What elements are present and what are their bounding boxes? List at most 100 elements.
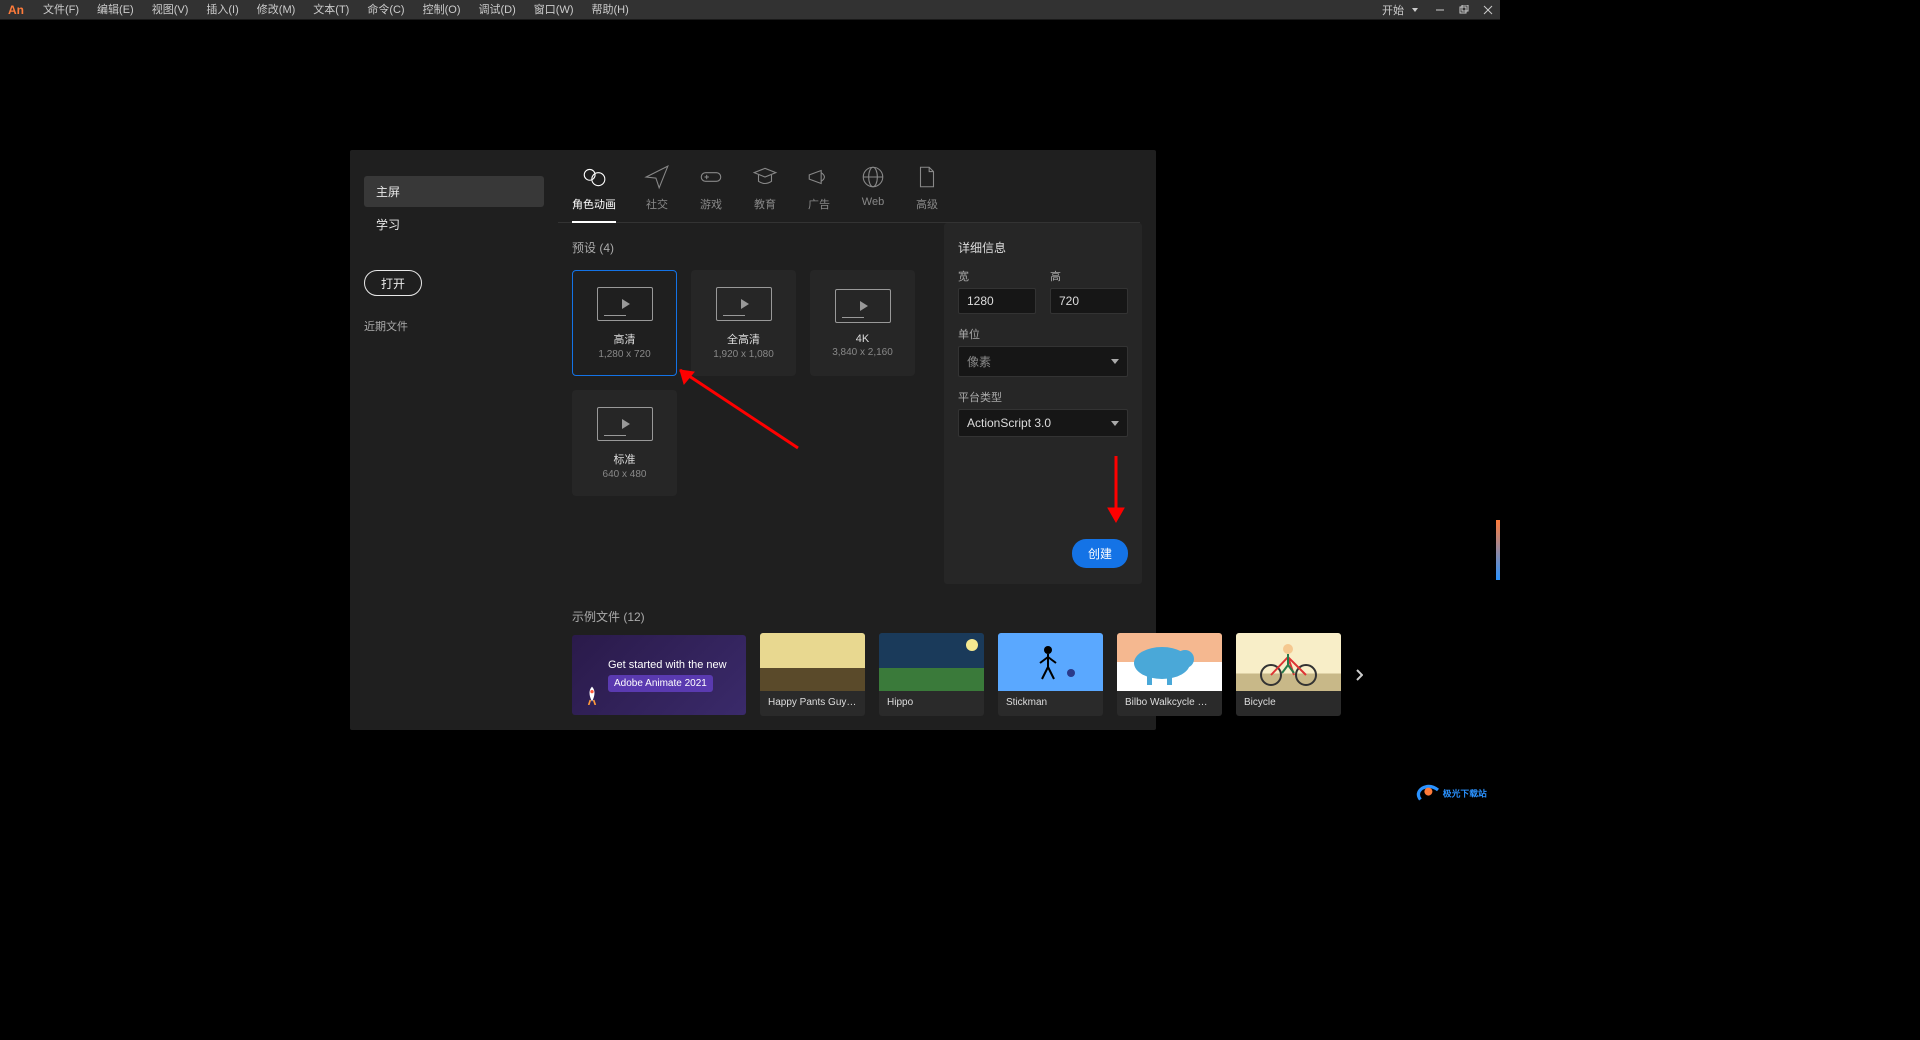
minimize-button[interactable] bbox=[1428, 0, 1452, 20]
character-icon bbox=[581, 164, 607, 190]
stage-area: 主屏 学习 打开 近期文件 角色动画 社交 游戏 bbox=[0, 20, 1500, 812]
sample-name: Bilbo Walkcycle Side bbox=[1117, 691, 1222, 716]
width-label: 宽 bbox=[958, 268, 1036, 284]
hero-line2: Adobe Animate 2021 bbox=[608, 675, 713, 692]
units-value: 像素 bbox=[967, 353, 991, 370]
details-title: 详细信息 bbox=[958, 239, 1128, 256]
tab-advanced[interactable]: 高级 bbox=[914, 164, 940, 222]
recent-files-label: 近期文件 bbox=[364, 318, 544, 334]
units-label: 单位 bbox=[958, 326, 1128, 342]
sample-thumb bbox=[1117, 633, 1222, 691]
close-button[interactable] bbox=[1476, 0, 1500, 20]
preset-dims: 3,840 x 2,160 bbox=[832, 347, 893, 358]
menu-view[interactable]: 视图(V) bbox=[143, 0, 198, 20]
height-input[interactable] bbox=[1050, 288, 1128, 314]
platform-value: ActionScript 3.0 bbox=[967, 416, 1051, 430]
sample-name: Stickman bbox=[998, 691, 1103, 716]
menubar: An 文件(F) 编辑(E) 视图(V) 插入(I) 修改(M) 文本(T) 命… bbox=[0, 0, 1500, 20]
menu-text[interactable]: 文本(T) bbox=[304, 0, 358, 20]
width-input[interactable] bbox=[958, 288, 1036, 314]
tab-label: 角色动画 bbox=[572, 196, 616, 212]
document-icon bbox=[914, 164, 940, 190]
samples-title: 示例文件 (12) bbox=[558, 598, 1156, 633]
platform-label: 平台类型 bbox=[958, 389, 1128, 405]
sample-item[interactable]: Hippo bbox=[879, 633, 984, 716]
sample-hero[interactable]: Get started with the new Adobe Animate 2… bbox=[572, 635, 746, 715]
sample-thumb bbox=[998, 633, 1103, 691]
sample-thumb bbox=[1236, 633, 1341, 691]
chevron-down-icon bbox=[1111, 421, 1119, 426]
menu-insert[interactable]: 插入(I) bbox=[197, 0, 247, 20]
hero-line1: Get started with the new bbox=[608, 657, 727, 674]
presets-title: 预设 (4) bbox=[572, 239, 934, 256]
svg-text:极光下载站: 极光下载站 bbox=[1443, 787, 1487, 798]
rocket-icon bbox=[582, 685, 602, 705]
maximize-button[interactable] bbox=[1452, 0, 1476, 20]
menu-file[interactable]: 文件(F) bbox=[34, 0, 88, 20]
preset-dims: 640 x 480 bbox=[603, 469, 647, 480]
nav-learn[interactable]: 学习 bbox=[364, 209, 544, 240]
samples-row: Get started with the new Adobe Animate 2… bbox=[558, 633, 1156, 730]
tab-label: 教育 bbox=[754, 196, 776, 212]
sample-item[interactable]: Stickman bbox=[998, 633, 1103, 716]
menu-commands[interactable]: 命令(C) bbox=[358, 0, 413, 20]
open-button[interactable]: 打开 bbox=[364, 270, 422, 296]
platform-select[interactable]: ActionScript 3.0 bbox=[958, 409, 1128, 437]
tab-label: 高级 bbox=[916, 196, 938, 212]
create-button[interactable]: 创建 bbox=[1072, 539, 1128, 568]
preset-name: 4K bbox=[856, 333, 869, 345]
sample-item[interactable]: Bilbo Walkcycle Side bbox=[1117, 633, 1222, 716]
preset-hd[interactable]: 高清 1,280 x 720 bbox=[572, 270, 677, 376]
tab-label: 社交 bbox=[646, 196, 668, 212]
tab-social[interactable]: 社交 bbox=[644, 164, 670, 222]
menu-control[interactable]: 控制(O) bbox=[414, 0, 470, 20]
graduation-icon bbox=[752, 164, 778, 190]
tab-web[interactable]: Web bbox=[860, 164, 886, 222]
tab-label: 游戏 bbox=[700, 196, 722, 212]
app-logo: An bbox=[0, 3, 34, 17]
sample-name: Hippo bbox=[879, 691, 984, 716]
dialog-sidebar: 主屏 学习 打开 近期文件 bbox=[350, 150, 558, 730]
tab-education[interactable]: 教育 bbox=[752, 164, 778, 222]
nav-home[interactable]: 主屏 bbox=[364, 176, 544, 207]
preset-thumb-icon bbox=[835, 289, 891, 323]
preset-name: 全高清 bbox=[727, 331, 760, 347]
sample-name: Bicycle bbox=[1236, 691, 1341, 716]
height-label: 高 bbox=[1050, 268, 1128, 284]
menu-help[interactable]: 帮助(H) bbox=[583, 0, 638, 20]
menu-debug[interactable]: 调试(D) bbox=[470, 0, 525, 20]
tab-label: Web bbox=[862, 196, 884, 208]
samples-next-button[interactable] bbox=[1355, 655, 1363, 695]
tab-label: 广告 bbox=[808, 196, 830, 212]
preset-thumb-icon bbox=[597, 287, 653, 321]
side-indicator bbox=[1496, 520, 1500, 580]
workspace-switcher[interactable]: 开始 bbox=[1374, 2, 1412, 18]
preset-thumb-icon bbox=[716, 287, 772, 321]
category-tabs: 角色动画 社交 游戏 教育 广告 bbox=[558, 150, 1140, 223]
sample-item[interactable]: Happy Pants Guy Dance bbox=[760, 633, 865, 716]
menu-edit[interactable]: 编辑(E) bbox=[88, 0, 143, 20]
chevron-down-icon[interactable] bbox=[1412, 8, 1418, 12]
units-select[interactable]: 像素 bbox=[958, 346, 1128, 377]
paper-plane-icon bbox=[644, 164, 670, 190]
sample-thumb bbox=[879, 633, 984, 691]
tab-game[interactable]: 游戏 bbox=[698, 164, 724, 222]
preset-name: 高清 bbox=[614, 331, 636, 347]
watermark-logo: 极光下载站 bbox=[1414, 782, 1494, 806]
gamepad-icon bbox=[698, 164, 724, 190]
preset-fullhd[interactable]: 全高清 1,920 x 1,080 bbox=[691, 270, 796, 376]
sample-item[interactable]: Bicycle bbox=[1236, 633, 1341, 716]
preset-4k[interactable]: 4K 3,840 x 2,160 bbox=[810, 270, 915, 376]
details-pane: 详细信息 宽 高 单位 像素 bbox=[944, 223, 1142, 584]
tab-ads[interactable]: 广告 bbox=[806, 164, 832, 222]
preset-standard[interactable]: 标准 640 x 480 bbox=[572, 390, 677, 496]
sample-thumb bbox=[760, 633, 865, 691]
tab-character-animation[interactable]: 角色动画 bbox=[572, 164, 616, 222]
sample-name: Happy Pants Guy Dance bbox=[760, 691, 865, 716]
preset-thumb-icon bbox=[597, 407, 653, 441]
preset-dims: 1,280 x 720 bbox=[598, 349, 650, 360]
megaphone-icon bbox=[806, 164, 832, 190]
preset-name: 标准 bbox=[614, 451, 636, 467]
menu-window[interactable]: 窗口(W) bbox=[525, 0, 583, 20]
menu-modify[interactable]: 修改(M) bbox=[248, 0, 305, 20]
